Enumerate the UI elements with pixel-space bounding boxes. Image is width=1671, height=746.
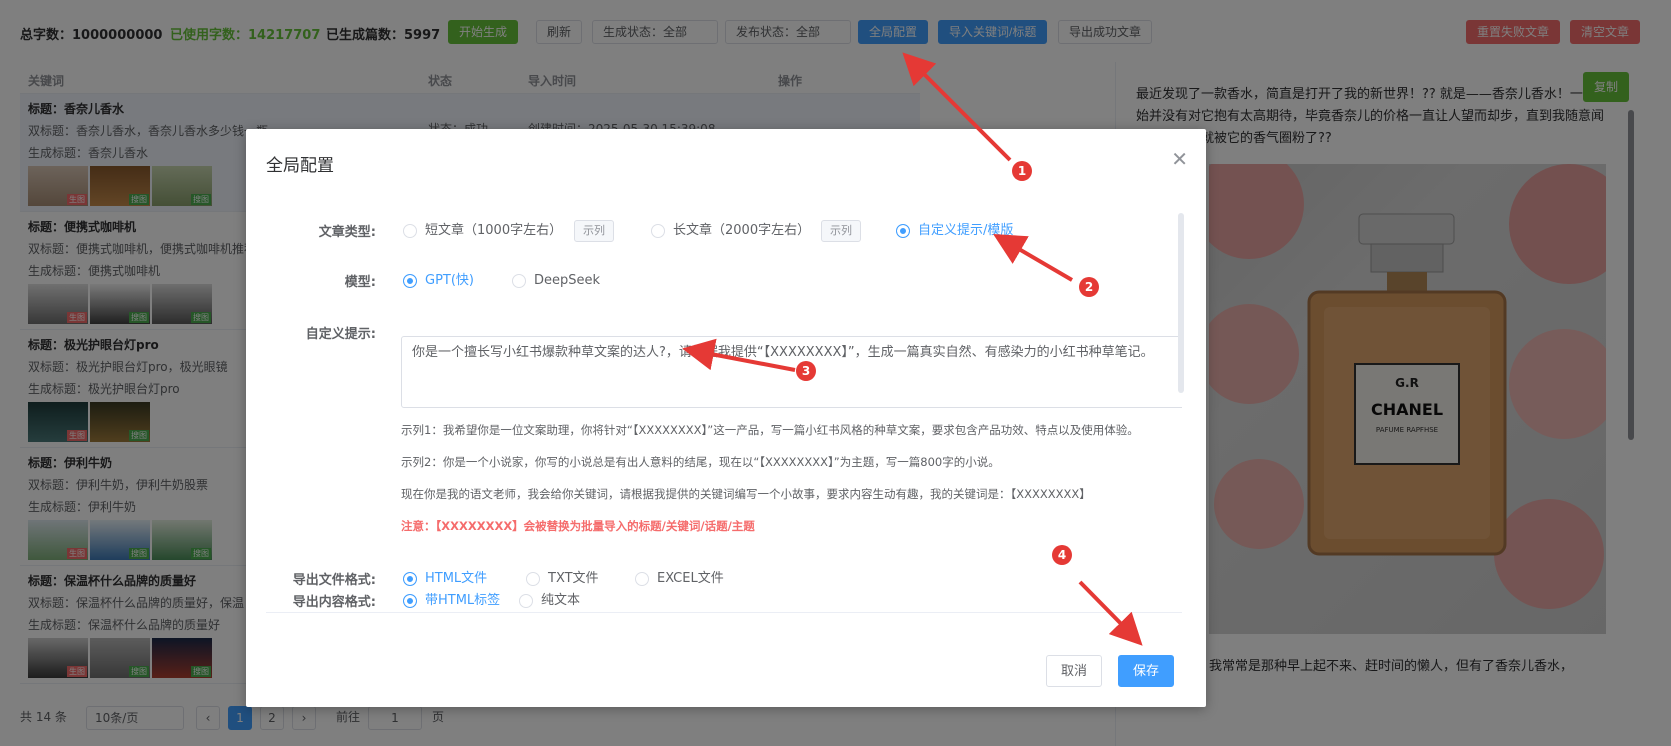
example-button-long[interactable]: 示列 [821,220,861,242]
example-hint-2: 示列2：你是一个小说家，你写的小说总是有出人意料的结尾，现在以“【XXXXXXX… [401,455,1000,469]
radio-plain-text[interactable]: 纯文本 [519,591,580,611]
annotation-badge-2: 2 [1079,277,1099,297]
annotation-badge-1: 1 [1012,161,1032,181]
global-config-dialog: 全局配置 ✕ 文章类型: 短文章（1000字左右） 示列 长文章（2000字左右… [246,129,1206,707]
radio-html-file[interactable]: HTML文件 [403,569,487,589]
save-button[interactable]: 保存 [1118,655,1175,687]
example-button-short[interactable]: 示列 [574,220,614,242]
export-content-label: 导出内容格式: [292,595,376,610]
dialog-scrollbar[interactable] [1178,213,1184,393]
radio-long-article[interactable]: 长文章（2000字左右） [651,221,810,241]
replace-warning: 注意：【XXXXXXXX】会被替换为批量导入的标题/关键词/话题/主题 [401,519,755,533]
close-icon[interactable]: ✕ [1171,147,1188,171]
radio-gpt[interactable]: GPT(快) [403,271,474,291]
article-type-label: 文章类型: [318,225,376,240]
annotation-badge-3: 3 [796,361,816,381]
radio-excel-file[interactable]: EXCEL文件 [635,569,724,589]
example-hint-3: 现在你是我的语文老师，我会给你关键词，请根据我提供的关键词编写一个小故事，要求内… [401,487,1091,501]
radio-txt-file[interactable]: TXT文件 [526,569,599,589]
custom-prompt-textarea[interactable]: 你是一个擅长写小红书爆款种草文案的达人?，请根据我提供“【XXXXXXXX】”，… [401,336,1182,408]
annotation-badge-4: 4 [1052,545,1072,565]
custom-prompt-label: 自定义提示: [305,327,376,342]
model-label: 模型: [344,275,376,290]
radio-short-article[interactable]: 短文章（1000字左右） [403,221,562,241]
radio-with-html-tags[interactable]: 带HTML标签 [403,591,500,611]
dialog-body: 文章类型: 短文章（1000字左右） 示列 长文章（2000字左右） 示列 自定… [266,201,1182,613]
dialog-footer: 取消 保存 [1046,655,1186,687]
example-hint-1: 示列1：我希望你是一位文案助理，你将针对“【XXXXXXXX】”这一产品，写一篇… [401,423,1139,437]
dialog-title: 全局配置 [266,156,334,176]
radio-custom-prompt[interactable]: 自定义提示/模版 [896,221,1013,241]
cancel-button[interactable]: 取消 [1046,655,1103,687]
radio-deepseek[interactable]: DeepSeek [512,271,600,291]
export-format-label: 导出文件格式: [292,573,376,588]
